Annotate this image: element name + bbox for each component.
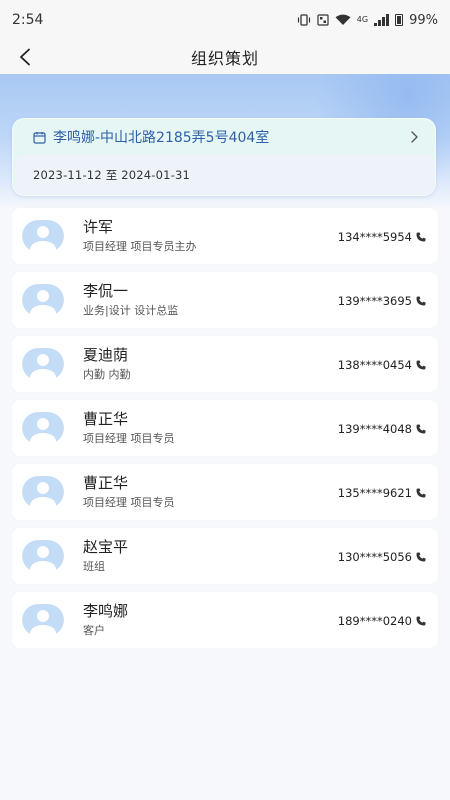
signal-icon	[374, 14, 390, 26]
wifi-icon	[335, 14, 351, 25]
call-button[interactable]: 139****4048	[338, 422, 426, 436]
calendar-icon	[33, 130, 47, 144]
battery-level: 99%	[409, 12, 438, 28]
avatar-placeholder-icon	[22, 284, 64, 316]
status-time: 2:54	[12, 12, 44, 28]
member-name: 李侃一	[83, 282, 129, 300]
member-info: 李鸣娜 客户	[83, 601, 338, 639]
back-arrow-icon	[20, 48, 30, 66]
member-role: 项目经理 项目专员	[83, 432, 175, 445]
member-info: 夏迪荫 内勤 内勤	[83, 345, 338, 383]
avatar-placeholder-icon	[22, 412, 64, 444]
project-card: 李鸣娜-中山北路2185弄5号404室 2023-11-12 至 2024-01…	[12, 118, 436, 196]
call-button[interactable]: 135****9621	[338, 486, 426, 500]
battery-icon	[395, 14, 404, 26]
avatar-placeholder-icon	[22, 220, 64, 252]
member-list: 许军 项目经理 项目专员主办 134****5954 李侃一 业务|设计 设计总…	[12, 208, 438, 656]
member-row[interactable]: 赵宝平 班组 130****5056	[12, 528, 438, 584]
data-saver-icon	[317, 14, 329, 26]
phone-icon	[416, 616, 426, 626]
member-role: 客户	[83, 624, 105, 637]
nav-bar: 组织策划	[0, 40, 450, 74]
call-button[interactable]: 138****0454	[338, 358, 426, 372]
vibrate-icon	[297, 14, 310, 26]
member-row[interactable]: 曹正华 项目经理 项目专员 139****4048	[12, 400, 438, 456]
member-info: 许军 项目经理 项目专员主办	[83, 217, 338, 255]
member-role: 项目经理 项目专员主办	[83, 240, 197, 253]
page-title: 组织策划	[190, 49, 259, 68]
status-bar: 2:54 4G 99%	[0, 0, 450, 40]
status-icons: 4G 99%	[297, 13, 438, 28]
phone-icon	[416, 424, 426, 434]
member-phone: 139****4048	[337, 422, 412, 436]
project-address-row[interactable]: 李鸣娜-中山北路2185弄5号404室	[13, 119, 435, 155]
network-type: 4G	[356, 15, 369, 24]
call-button[interactable]: 189****0240	[338, 614, 426, 628]
member-row[interactable]: 曹正华 项目经理 项目专员 135****9621	[12, 464, 438, 520]
member-name: 赵宝平	[83, 538, 129, 556]
member-phone: 139****3695	[337, 294, 412, 308]
avatar-placeholder-icon	[22, 604, 64, 636]
chevron-right-icon	[411, 131, 418, 143]
member-phone: 189****0240	[337, 614, 412, 628]
member-info: 曹正华 项目经理 项目专员	[83, 409, 338, 447]
project-date-range: 2023-11-12 至 2024-01-31	[15, 155, 435, 195]
member-role: 班组	[83, 560, 105, 573]
member-name: 李鸣娜	[83, 602, 129, 620]
phone-icon	[416, 360, 426, 370]
avatar-placeholder-icon	[22, 348, 64, 380]
member-role: 业务|设计 设计总监	[83, 304, 179, 317]
member-info: 李侃一 业务|设计 设计总监	[83, 281, 338, 319]
phone-icon	[416, 488, 426, 498]
member-row[interactable]: 夏迪荫 内勤 内勤 138****0454	[12, 336, 438, 392]
avatar-placeholder-icon	[22, 476, 64, 508]
member-info: 曹正华 项目经理 项目专员	[83, 473, 338, 511]
member-phone: 135****9621	[337, 486, 412, 500]
member-phone: 130****5056	[337, 550, 412, 564]
member-name: 曹正华	[83, 410, 129, 428]
call-button[interactable]: 130****5056	[338, 550, 426, 564]
member-phone: 138****0454	[337, 358, 412, 372]
member-role: 内勤 内勤	[83, 368, 131, 381]
member-name: 曹正华	[83, 474, 129, 492]
avatar-placeholder-icon	[22, 540, 64, 572]
project-address: 李鸣娜-中山北路2185弄5号404室	[53, 130, 270, 146]
member-name: 夏迪荫	[83, 346, 129, 364]
call-button[interactable]: 139****3695	[338, 294, 426, 308]
phone-icon	[416, 296, 426, 306]
member-row[interactable]: 李侃一 业务|设计 设计总监 139****3695	[12, 272, 438, 328]
back-button[interactable]	[10, 42, 40, 72]
member-name: 许军	[83, 218, 114, 236]
phone-icon	[416, 232, 426, 242]
member-row[interactable]: 李鸣娜 客户 189****0240	[12, 592, 438, 648]
member-role: 项目经理 项目专员	[83, 496, 175, 509]
phone-icon	[416, 552, 426, 562]
member-row[interactable]: 许军 项目经理 项目专员主办 134****5954	[12, 208, 438, 264]
date-range-text: 2023-11-12 至 2024-01-31	[33, 168, 191, 182]
call-button[interactable]: 134****5954	[338, 230, 426, 244]
member-info: 赵宝平 班组	[83, 537, 338, 575]
member-phone: 134****5954	[337, 230, 412, 244]
